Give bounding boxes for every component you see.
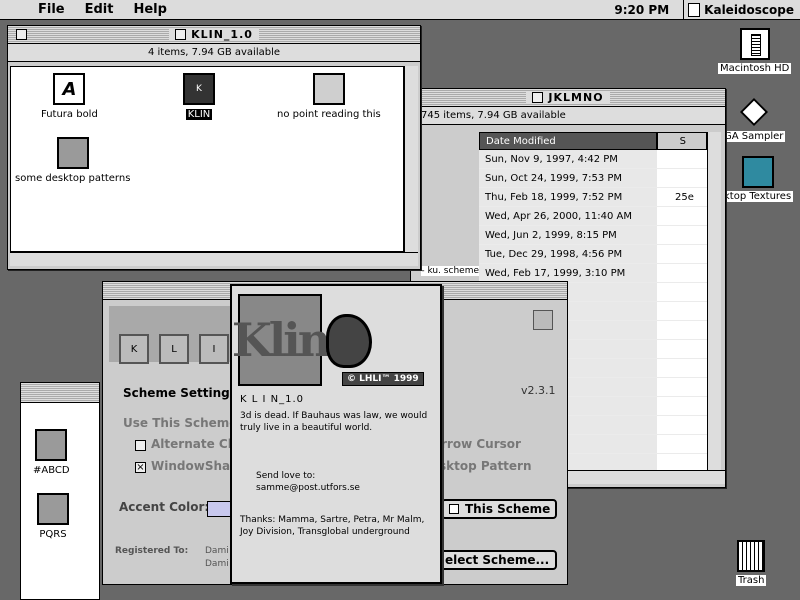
file-item-desktop-patterns[interactable]: some desktop patterns	[15, 137, 130, 184]
scheme-settings-heading: Scheme Settings	[123, 386, 237, 400]
file-item-klin[interactable]: K KLIN	[183, 73, 215, 120]
window-title: KLIN_1.0	[191, 28, 253, 41]
alternate-checkbox[interactable]	[135, 440, 146, 451]
thanks-text: Thanks: Mamma, Sartre, Petra, Mr Malm, J…	[240, 515, 425, 537]
letter-box: L	[159, 334, 189, 364]
accent-color-swatch[interactable]	[207, 501, 231, 517]
folder-icon	[175, 29, 187, 40]
menu-bar: File Edit Help 9:20 PM Kaleidoscope	[0, 0, 800, 20]
klin-window: KLIN_1.0 4 items, 7.94 GB available A Fu…	[7, 25, 421, 270]
horizontal-scrollbar[interactable]	[10, 252, 418, 266]
pattern-file-icon	[35, 429, 68, 461]
help-icon[interactable]	[533, 310, 553, 330]
alternate-label: Alternate Ch	[151, 437, 237, 451]
window-info-bar: 4 items, 7.94 GB available	[8, 44, 420, 62]
window-title-bar[interactable]: KLIN_1.0	[8, 26, 420, 44]
trash-icon	[737, 540, 766, 572]
small-finder-window: #ABCD PQRS	[20, 382, 100, 600]
size-value: 25e	[675, 191, 694, 203]
document-icon	[312, 73, 345, 105]
letter-box: K	[119, 334, 149, 364]
use-this-scheme-button[interactable]: This Scheme	[441, 499, 557, 519]
file-item-pqrs[interactable]: PQRS	[37, 493, 69, 540]
column-header-date-modified[interactable]: Date Modified	[479, 132, 657, 150]
about-quote: 3d is dead. If Bauhaus was law, we would…	[240, 411, 428, 433]
registered-name: Dami	[205, 559, 229, 569]
window-title-bar[interactable]	[21, 383, 99, 403]
file-item-abcd[interactable]: #ABCD	[33, 429, 70, 476]
about-title: K L I N_1.0	[240, 394, 304, 405]
desktop-icon-trash[interactable]: Trash	[736, 540, 767, 586]
desktop-icon-macintosh-hd[interactable]: Macintosh HD	[718, 28, 792, 74]
window-title-bar[interactable]: JKLMNO	[411, 89, 725, 107]
menubar-clock[interactable]: 9:20 PM	[614, 3, 683, 17]
desktop-icon-ga-sampler[interactable]: GA Sampler	[722, 96, 786, 142]
list-item[interactable]: Wed, Jun 2, 1999, 8:15 PM	[479, 226, 707, 245]
application-icon	[688, 2, 701, 17]
list-item[interactable]: Sun, Oct 24, 1999, 7:53 PM	[479, 169, 707, 188]
column-header-size[interactable]: S	[657, 132, 707, 150]
list-item[interactable]: Tue, Dec 29, 1998, 4:56 PM	[479, 245, 707, 264]
registered-name: Dami	[205, 546, 229, 556]
version-label: v2.3.1	[521, 384, 556, 397]
about-dialog: Klin © LHLI™ 1999 K L I N_1.0 3d is dead…	[230, 284, 442, 584]
hard-disk-icon	[739, 28, 770, 60]
menu-help[interactable]: Help	[123, 2, 176, 17]
accent-color-label: Accent Color:	[119, 500, 210, 514]
file-item-futura-bold[interactable]: A Futura bold	[41, 73, 98, 120]
menu-edit[interactable]: Edit	[75, 2, 124, 17]
application-menu[interactable]: Kaleidoscope	[683, 0, 800, 20]
control-panel-icon: K	[183, 73, 215, 105]
vertical-scrollbar[interactable]	[707, 132, 721, 470]
arrow-cursor-label: rrow Cursor	[441, 437, 521, 451]
desktop-pattern-label: sktop Pattern	[439, 459, 532, 473]
list-item[interactable]: Thu, Feb 18, 1999, 7:52 PM 25e	[479, 188, 707, 207]
menu-file[interactable]: File	[28, 2, 75, 17]
desktop-icon-desktop-textures[interactable]: ktop Textures	[722, 156, 794, 202]
windowshade-checkbox[interactable]: ×	[135, 462, 146, 473]
folder-icon	[532, 92, 544, 103]
send-love-label: Send love to:	[256, 471, 316, 481]
application-icon	[739, 97, 768, 127]
list-item[interactable]: Wed, Apr 26, 2000, 11:40 AM	[479, 207, 707, 226]
folder-icon	[741, 156, 774, 188]
icon-view: A Futura bold K KLIN no point reading th…	[10, 66, 404, 252]
pattern-file-icon	[56, 137, 89, 169]
list-item[interactable]: Sun, Nov 9, 1997, 4:42 PM	[479, 150, 707, 169]
window-info-bar: 745 items, 7.94 GB available	[411, 107, 725, 125]
close-box-icon[interactable]	[16, 29, 27, 40]
list-item-name[interactable]: Kitty, kitty - ku. scheme	[421, 266, 479, 276]
windowshade-label: WindowShad	[151, 459, 239, 473]
logo-graphic	[326, 314, 372, 368]
contact-email: samme@post.utfors.se	[256, 483, 360, 493]
font-suitcase-icon: A	[53, 73, 86, 105]
registered-to-label: Registered To:	[115, 546, 189, 556]
select-scheme-button[interactable]: elect Scheme...	[437, 550, 557, 570]
pattern-file-icon	[37, 493, 69, 525]
application-name: Kaleidoscope	[704, 2, 794, 17]
klin-logo: Klin	[232, 294, 331, 386]
window-title: JKLMNO	[548, 91, 604, 104]
copyright-badge: © LHLI™ 1999	[342, 372, 424, 386]
letter-box: I	[199, 334, 229, 364]
scheme-icon	[449, 504, 459, 514]
use-this-scheme-label: Use This Scheme	[123, 416, 238, 430]
vertical-scrollbar[interactable]	[404, 66, 418, 252]
file-item-readme[interactable]: no point reading this	[277, 73, 381, 120]
